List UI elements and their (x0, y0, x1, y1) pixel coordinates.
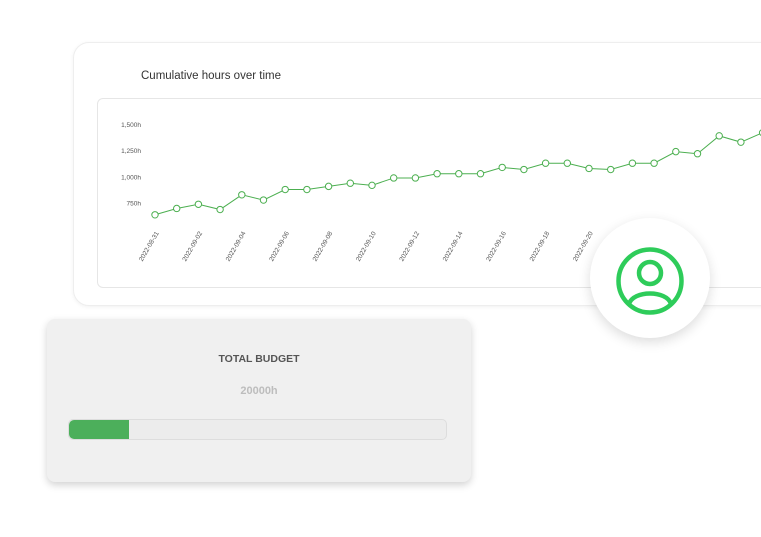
budget-progress-fill (69, 420, 130, 439)
data-point[interactable] (498, 163, 506, 172)
x-tick-label: 2022-09-20 (572, 230, 595, 263)
data-point[interactable] (693, 150, 702, 158)
x-tick-label: 2022-08-31 (138, 230, 161, 263)
data-point[interactable] (281, 185, 289, 194)
data-point[interactable] (650, 159, 658, 167)
data-point[interactable] (585, 164, 593, 173)
data-point[interactable] (324, 182, 333, 191)
data-point[interactable] (476, 170, 485, 178)
x-tick-label: 2022-09-10 (355, 230, 378, 263)
data-point[interactable] (455, 170, 463, 178)
budget-value: 20000h (240, 385, 278, 397)
y-tick-label: 750h (127, 201, 142, 208)
data-point[interactable] (737, 138, 745, 146)
x-tick-label: 2022-09-02 (181, 230, 204, 263)
data-point[interactable] (303, 185, 311, 194)
data-point[interactable] (520, 165, 528, 174)
data-point[interactable] (238, 191, 246, 199)
data-point[interactable] (411, 174, 420, 182)
data-point[interactable] (194, 200, 203, 208)
budget-progress-bar (68, 419, 447, 440)
x-tick-label: 2022-09-08 (312, 230, 335, 263)
data-point[interactable] (151, 211, 159, 219)
data-point[interactable] (368, 181, 376, 190)
x-tick-label: 2022-09-06 (268, 230, 291, 263)
budget-card: TOTAL BUDGET 20000h (47, 319, 471, 482)
y-tick-label: 1,250h (121, 148, 141, 155)
data-point[interactable] (173, 204, 181, 213)
x-tick-label: 2022-09-18 (529, 230, 552, 263)
data-point[interactable] (390, 174, 398, 182)
data-point[interactable] (563, 159, 571, 167)
x-tick-label: 2022-09-14 (442, 230, 465, 263)
y-tick-label: 1,500h (121, 122, 141, 129)
budget-title: TOTAL BUDGET (218, 353, 300, 365)
y-tick-label: 1,000h (121, 174, 141, 181)
data-point[interactable] (433, 170, 441, 178)
chart-title: Cumulative hours over time (141, 70, 281, 82)
data-point[interactable] (628, 159, 637, 167)
avatar-badge[interactable] (590, 218, 710, 338)
data-point[interactable] (346, 179, 355, 187)
data-point[interactable] (607, 165, 615, 174)
x-tick-label: 2022-09-16 (485, 230, 508, 263)
x-tick-label: 2022-09-12 (398, 230, 421, 263)
data-point[interactable] (715, 132, 723, 140)
data-point[interactable] (259, 196, 268, 204)
data-point[interactable] (672, 147, 680, 156)
user-circle-icon (616, 247, 684, 315)
x-tick-label: 2022-09-04 (225, 230, 248, 263)
data-point[interactable] (216, 205, 224, 214)
data-point[interactable] (541, 159, 550, 167)
